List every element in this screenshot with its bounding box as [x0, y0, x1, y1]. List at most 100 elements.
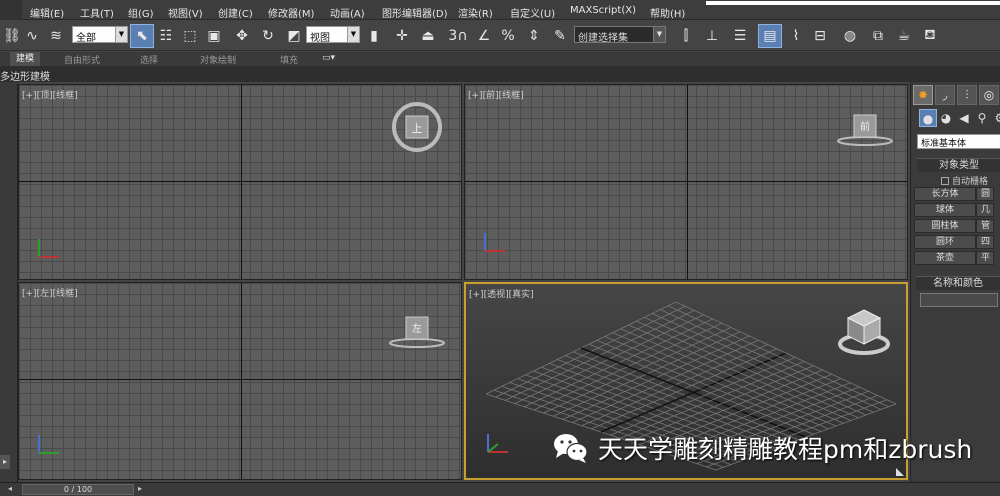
modify-tab-icon[interactable]: ◞: [935, 85, 955, 105]
menu-edit[interactable]: 编辑(E): [30, 5, 64, 20]
expand-arrow-icon[interactable]: ▸: [0, 455, 10, 469]
material-editor-icon[interactable]: ◍: [838, 24, 862, 48]
mirror-icon[interactable]: ⫿: [674, 24, 698, 48]
polygon-modeling-label[interactable]: 多边形建模: [0, 68, 50, 83]
viewport-front[interactable]: [+][前][线框] 前: [464, 84, 908, 280]
angle-snap-icon[interactable]: ∠: [472, 24, 496, 48]
tab-selection[interactable]: 选择: [140, 53, 158, 66]
menu-create[interactable]: 创建(C): [218, 5, 253, 20]
plane-button[interactable]: 平: [976, 251, 994, 265]
menu-group[interactable]: 组(G): [128, 5, 154, 20]
box-button[interactable]: 长方体: [914, 187, 976, 201]
grid-line: [600, 352, 787, 433]
move-icon[interactable]: ✥: [230, 24, 254, 48]
snap-toggle-icon[interactable]: 3 ∩: [446, 24, 470, 48]
grid-axis: [687, 85, 688, 279]
layer-manager-icon[interactable]: ☰: [728, 24, 752, 48]
viewport-left[interactable]: [+][左][线框] 左: [18, 282, 462, 480]
reference-coord-select[interactable]: 视图 ▼: [306, 26, 360, 44]
viewport-label[interactable]: [+][顶][线框]: [22, 88, 78, 101]
menu-customize[interactable]: 自定义(U): [510, 5, 555, 20]
unlink-icon[interactable]: ∿: [20, 24, 44, 48]
primitive-category-select[interactable]: 标准基本体: [917, 134, 1000, 149]
edit-named-selection-icon[interactable]: ✎: [548, 24, 572, 48]
time-slider[interactable]: 0 / 100: [22, 484, 134, 495]
select-manipulate-icon[interactable]: ✛: [390, 24, 414, 48]
object-name-field[interactable]: [920, 293, 998, 307]
cone-button[interactable]: 圆: [976, 187, 994, 201]
checkbox-box: [941, 177, 949, 185]
scene-explorer-icon[interactable]: ▤: [758, 24, 782, 48]
tab-modeling[interactable]: 建模: [10, 52, 41, 66]
viewcube-icon[interactable]: 左: [387, 311, 447, 351]
shapes-icon[interactable]: ◕: [937, 109, 955, 127]
grid-axis: [241, 85, 242, 279]
autogrid-checkbox[interactable]: 自动栅格: [941, 174, 988, 187]
curve-editor-icon[interactable]: ⌇: [784, 24, 808, 48]
select-object-icon[interactable]: ⬉: [130, 24, 154, 48]
tab-freeform[interactable]: 自由形式: [64, 53, 100, 66]
ribbon-panel: 多边形建模: [0, 66, 1000, 83]
ribbon-options-icon[interactable]: ▭▾: [322, 53, 335, 63]
name-color-rollout[interactable]: 名称和颜色: [916, 276, 1000, 290]
rect-selection-icon[interactable]: ⬚: [178, 24, 202, 48]
window-crossing-icon[interactable]: ▣: [202, 24, 226, 48]
tab-populate[interactable]: 填充: [280, 53, 298, 66]
viewcube-icon[interactable]: [836, 306, 892, 358]
menu-graph-editors[interactable]: 图形编辑器(D): [382, 5, 448, 20]
menu-modifiers[interactable]: 修改器(M): [268, 5, 314, 20]
named-selection-set-select[interactable]: 创建选择集 ▼: [574, 26, 666, 44]
chevron-down-icon: ▼: [653, 27, 665, 42]
sphere-button[interactable]: 球体: [914, 203, 976, 217]
viewcube-face-label: 左: [412, 322, 422, 335]
torus-button[interactable]: 圆环: [914, 235, 976, 249]
keyboard-shortcut-icon[interactable]: ⏏: [416, 24, 440, 48]
create-tab-icon[interactable]: ✸: [913, 85, 933, 105]
motion-tab-icon[interactable]: ◎: [979, 85, 999, 105]
menu-animation[interactable]: 动画(A): [330, 5, 365, 20]
pyramid-button[interactable]: 四: [976, 235, 994, 249]
menu-views[interactable]: 视图(V): [168, 5, 203, 20]
viewcube-icon[interactable]: 前: [835, 109, 895, 149]
teapot-button[interactable]: 茶壶: [914, 251, 976, 265]
object-type-rollout[interactable]: 对象类型: [917, 158, 1000, 172]
chevron-down-icon: ▼: [347, 27, 359, 42]
bind-spacewarp-icon[interactable]: ≋: [44, 24, 68, 48]
tube-button[interactable]: 管: [976, 219, 994, 233]
scale-icon[interactable]: ◩: [282, 24, 306, 48]
cylinder-button[interactable]: 圆柱体: [914, 219, 976, 233]
geosphere-button[interactable]: 几: [976, 203, 994, 217]
viewport-top[interactable]: [+][顶][线框] 上: [18, 84, 462, 280]
lights-icon[interactable]: ◀: [955, 109, 973, 127]
axis-tripod-icon: [38, 239, 59, 258]
geometry-icon[interactable]: ●: [919, 109, 937, 127]
viewport-label[interactable]: [+][左][线框]: [22, 286, 78, 299]
menu-tools[interactable]: 工具(T): [80, 5, 114, 20]
cameras-icon[interactable]: ⚲: [973, 109, 991, 127]
render-production-icon[interactable]: ⛾: [918, 24, 942, 48]
spinner-snap-icon[interactable]: ⇕: [522, 24, 546, 48]
menu-rendering[interactable]: 渲染(R): [458, 5, 493, 20]
helpers-icon[interactable]: ⚙: [991, 109, 1000, 127]
viewcube-icon[interactable]: 上: [389, 99, 445, 155]
selection-filter-select[interactable]: 全部 ▼: [72, 26, 128, 44]
menu-maxscript[interactable]: MAXScript(X): [570, 5, 636, 16]
pivot-icon[interactable]: ▮: [362, 24, 386, 48]
select-by-name-icon[interactable]: ☷: [154, 24, 178, 48]
schematic-view-icon[interactable]: ⊟: [808, 24, 832, 48]
menu-help[interactable]: 帮助(H): [650, 5, 685, 20]
search-field[interactable]: [706, 1, 1000, 5]
viewcube-face-label: 前: [860, 120, 870, 133]
render-setup-icon[interactable]: ⧉: [866, 24, 890, 48]
prev-frame-icon[interactable]: ◂: [8, 484, 12, 493]
percent-snap-icon[interactable]: %: [496, 24, 520, 48]
tab-object-paint[interactable]: 对象绘制: [200, 53, 236, 66]
align-icon[interactable]: ⊥: [700, 24, 724, 48]
rotate-icon[interactable]: ↻: [256, 24, 280, 48]
viewport-label[interactable]: [+][前][线框]: [468, 88, 524, 101]
next-frame-icon[interactable]: ▸: [138, 484, 142, 493]
hierarchy-tab-icon[interactable]: ⫶: [957, 85, 977, 105]
main-toolbar: ⛓ ∿ ≋ 全部 ▼ ⬉ ☷ ⬚ ▣ ✥ ↻ ◩ 视图 ▼ ▮ ✛ ⏏ 3 ∩ ∠…: [0, 21, 1000, 51]
left-strip: [0, 82, 18, 482]
rendered-frame-icon[interactable]: ☕: [892, 24, 916, 48]
